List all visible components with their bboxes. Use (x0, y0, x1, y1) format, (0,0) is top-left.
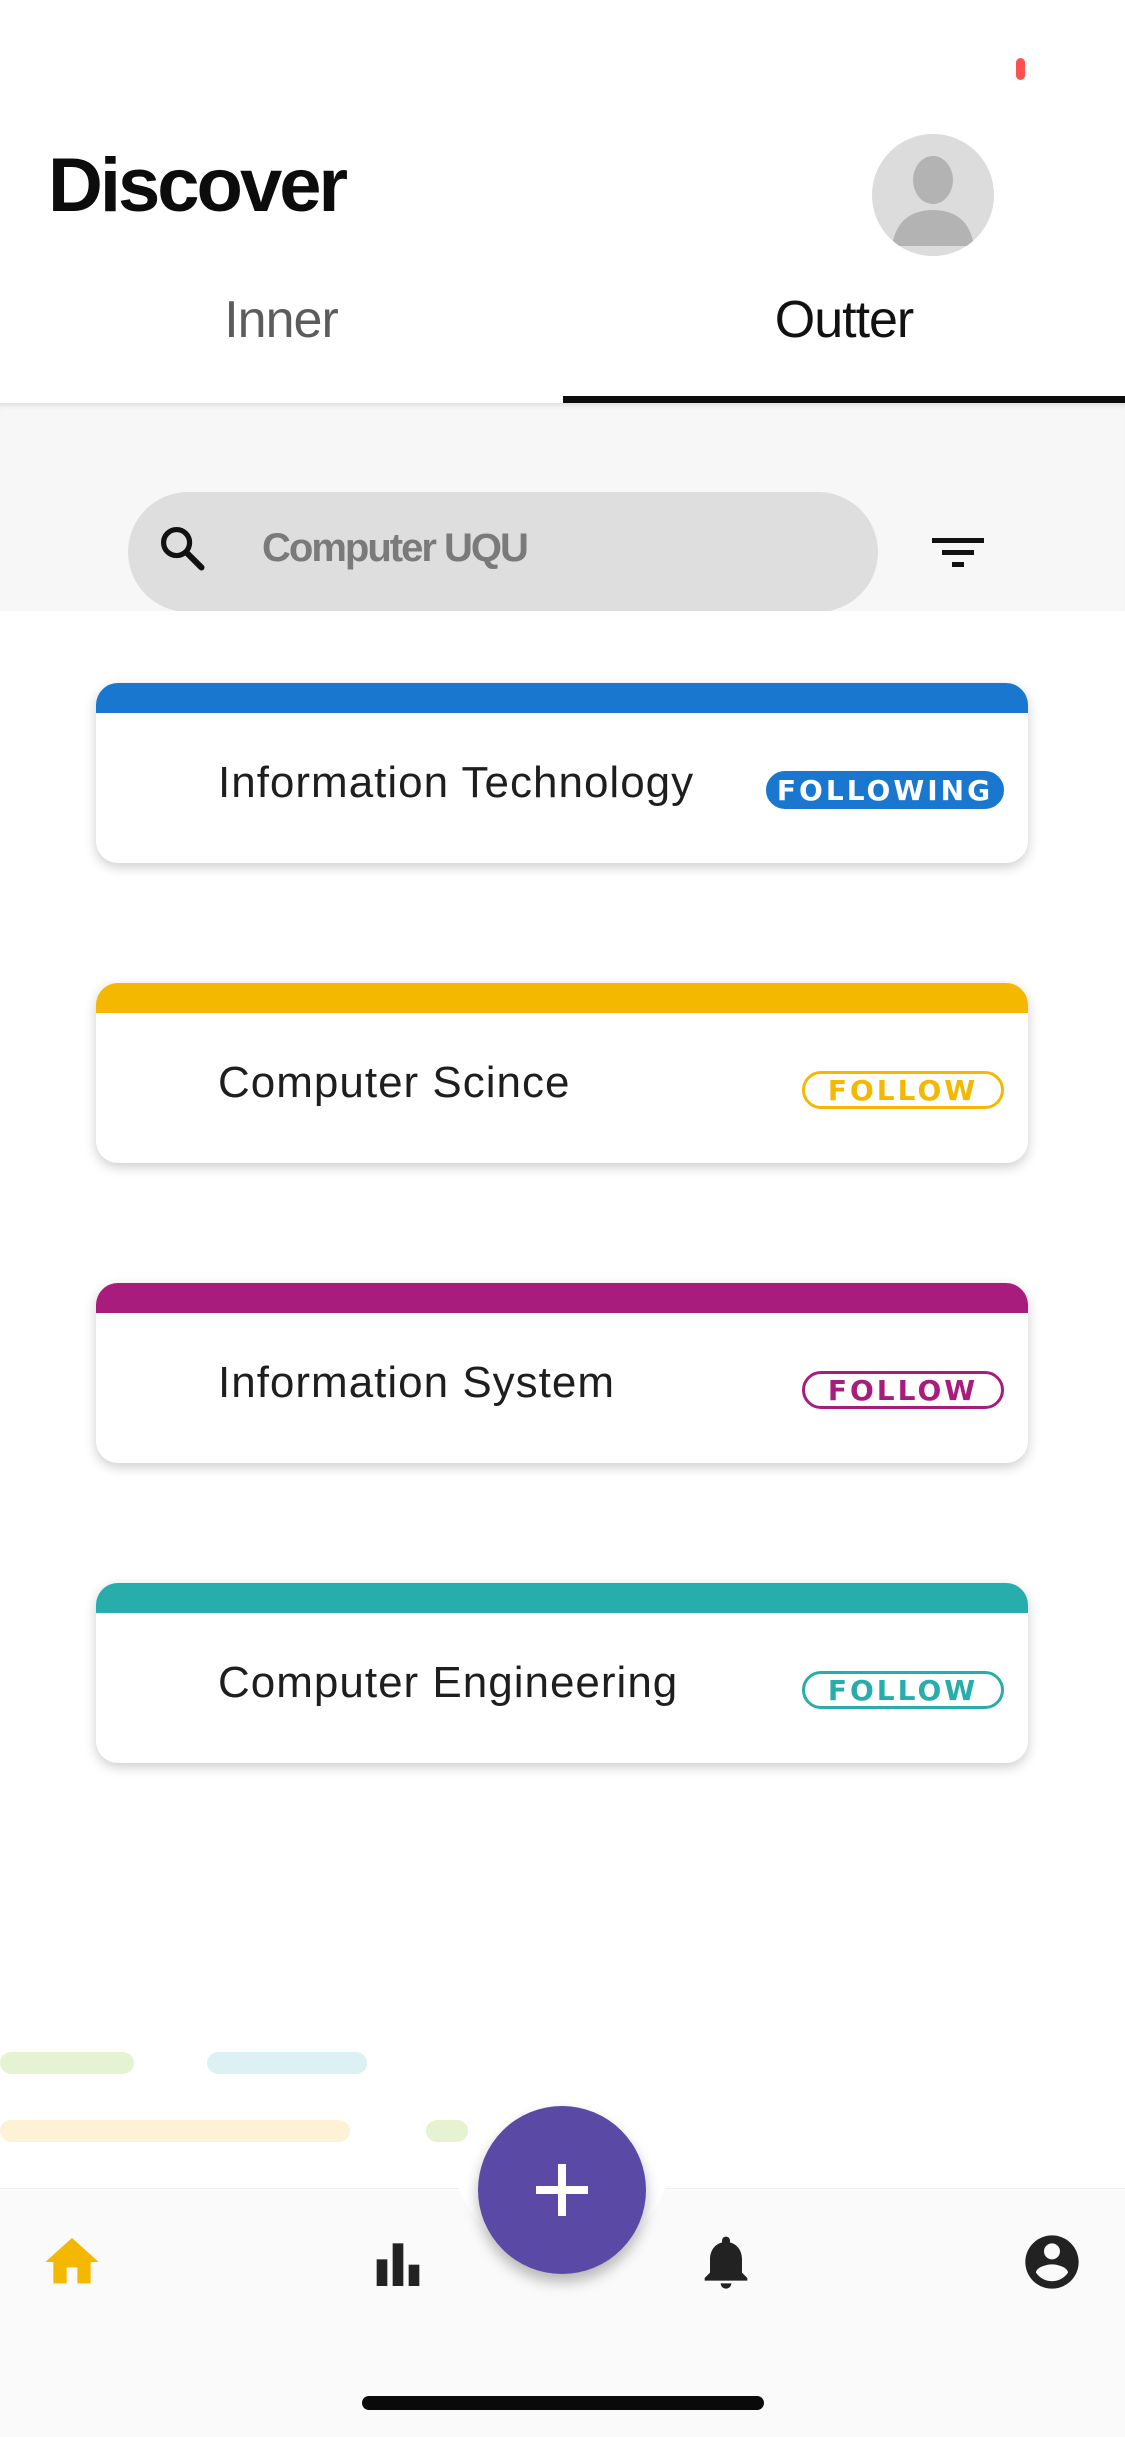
account-circle-icon[interactable] (1020, 2230, 1084, 2294)
department-name: Information System (218, 1358, 616, 1407)
card-color-bar (96, 983, 1028, 1013)
card-color-bar (96, 1583, 1028, 1613)
department-name: Computer Scince (218, 1058, 571, 1107)
filter-icon[interactable] (926, 524, 990, 580)
department-card[interactable]: Computer Engineering FOLLOW (96, 1583, 1028, 1763)
follow-button[interactable]: FOLLOW (802, 1671, 1004, 1709)
search-icon[interactable] (156, 522, 208, 574)
status-indicator-dot (1016, 58, 1025, 80)
decorative-shape (426, 2120, 468, 2142)
home-icon[interactable] (40, 2230, 104, 2294)
person-silhouette-icon (872, 134, 994, 256)
page-title: Discover (48, 143, 348, 228)
follow-button[interactable]: FOLLOW (802, 1071, 1004, 1109)
department-name: Computer Engineering (218, 1658, 679, 1707)
department-name: Information Technology (218, 758, 695, 807)
follow-button[interactable]: FOLLOW (802, 1371, 1004, 1409)
bar-chart-icon[interactable] (366, 2230, 430, 2294)
bell-icon[interactable] (694, 2230, 758, 2294)
decorative-shape (0, 2052, 134, 2074)
avatar[interactable] (872, 134, 994, 256)
add-button[interactable] (478, 2106, 646, 2274)
tab-bar: Inner Outter (0, 290, 1125, 402)
card-color-bar (96, 683, 1028, 713)
department-card[interactable]: Computer Scince FOLLOW (96, 983, 1028, 1163)
department-card[interactable]: Information System FOLLOW (96, 1283, 1028, 1463)
following-button[interactable]: FOLLOWING (766, 771, 1004, 809)
card-color-bar (96, 1283, 1028, 1313)
active-tab-indicator (563, 396, 1125, 403)
plus-icon (536, 2164, 588, 2216)
home-indicator[interactable] (362, 2396, 764, 2410)
decorative-shape (0, 2120, 350, 2142)
decorative-shape (207, 2052, 367, 2074)
tab-outter[interactable]: Outter (563, 290, 1125, 402)
search-input[interactable] (262, 518, 822, 578)
department-card[interactable]: Information Technology FOLLOWING (96, 683, 1028, 863)
tab-inner[interactable]: Inner (0, 290, 562, 402)
